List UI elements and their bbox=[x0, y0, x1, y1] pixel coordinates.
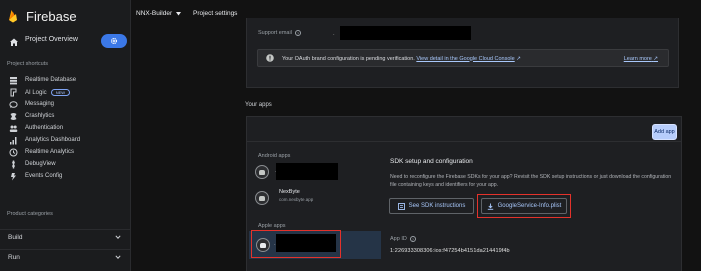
sidebar-item-realtime-analytics[interactable]: Realtime Analytics bbox=[0, 147, 131, 158]
add-app-button[interactable]: Add app bbox=[652, 124, 677, 140]
sidebar-item-debugview[interactable]: DebugView bbox=[0, 159, 131, 170]
main-content: Support email ? · Your OAuth brand confi… bbox=[131, 18, 701, 271]
your-apps-heading: Your apps bbox=[245, 102, 272, 108]
group-label: Run bbox=[8, 254, 20, 261]
external-link-icon: ↗ bbox=[516, 55, 521, 62]
support-email-redacted[interactable] bbox=[340, 26, 471, 40]
firebase-logo-icon bbox=[8, 9, 18, 23]
sidebar-item-label: Realtime Database bbox=[25, 76, 77, 83]
sidebar-item-label: Realtime Analytics bbox=[25, 148, 75, 155]
new-badge: NEW bbox=[50, 88, 71, 96]
sidebar-item-label: Analytics Dashboard bbox=[25, 136, 81, 143]
apple-apps-label: Apple apps bbox=[258, 223, 286, 229]
sidebar-item-label: Messaging bbox=[25, 100, 55, 107]
messaging-icon bbox=[9, 101, 18, 108]
sdk-description: Need to reconfigure the Firebase SDKs fo… bbox=[390, 174, 672, 188]
analytics-icon bbox=[10, 137, 17, 145]
debugview-icon bbox=[12, 160, 15, 169]
project-settings-button[interactable] bbox=[101, 34, 127, 48]
android-icon bbox=[255, 191, 269, 205]
shortcuts-label: Project shortcuts bbox=[7, 61, 48, 67]
app-id-label: App ID ? bbox=[390, 236, 416, 242]
dropdown-arrow-icon bbox=[176, 11, 182, 15]
authentication-icon bbox=[9, 125, 18, 132]
gear-icon bbox=[110, 37, 118, 45]
sdk-setup-title: SDK setup and configuration bbox=[390, 158, 473, 165]
sidebar-item-crashlytics[interactable]: Crashlytics bbox=[0, 111, 131, 122]
sidebar-item-label: AI Logic NEW bbox=[25, 88, 71, 96]
ai-logic-icon bbox=[10, 88, 17, 97]
home-icon bbox=[10, 38, 18, 46]
app-id-value: 1:226933308306:ios:f47254b4151da214419f4… bbox=[390, 248, 510, 254]
highlight-box-plist bbox=[477, 194, 571, 218]
project-name: NNX-Builder bbox=[136, 10, 173, 17]
sidebar-item-realtime-database[interactable]: Realtime Database bbox=[0, 75, 131, 86]
sidebar-item-label: Events Config bbox=[25, 172, 63, 179]
help-icon[interactable]: ? bbox=[409, 236, 416, 242]
app-package-id: com.nexbyte.app bbox=[279, 197, 314, 202]
android-app-row[interactable]: NexByte com.nexbyte.app bbox=[253, 187, 379, 209]
project-settings-title: Project settings bbox=[193, 10, 238, 17]
project-selector[interactable]: NNX-Builder bbox=[136, 10, 182, 17]
apps-card: Add app Android apps · NexByte com.nexby… bbox=[246, 116, 682, 271]
sidebar-group-build[interactable]: Build bbox=[0, 229, 131, 243]
group-label: Build bbox=[8, 234, 23, 241]
sidebar-group-run[interactable]: Run bbox=[0, 249, 131, 263]
warning-icon bbox=[266, 54, 274, 62]
chevron-down-icon bbox=[115, 235, 121, 239]
support-card: Support email ? · Your OAuth brand confi… bbox=[246, 18, 679, 88]
sidebar-item-authentication[interactable]: Authentication bbox=[0, 123, 131, 134]
support-email-label: Support email ? bbox=[258, 30, 301, 36]
help-icon[interactable]: ? bbox=[294, 30, 301, 36]
sidebar-item-messaging[interactable]: Messaging bbox=[0, 99, 131, 110]
email-dot: · bbox=[333, 32, 335, 38]
brand[interactable]: Firebase bbox=[8, 7, 77, 25]
sidebar: Firebase Project Overview Project shortc… bbox=[0, 0, 131, 271]
realtime-analytics-icon bbox=[9, 148, 18, 157]
android-app-row[interactable]: · bbox=[253, 161, 379, 183]
chevron-down-icon bbox=[115, 255, 121, 259]
oauth-banner: Your OAuth brand configuration is pendin… bbox=[257, 49, 669, 67]
learn-more-link[interactable]: Learn more ↗ bbox=[624, 56, 658, 62]
project-overview-row[interactable]: Project Overview bbox=[0, 34, 131, 50]
oauth-message: Your OAuth brand configuration is pendin… bbox=[282, 55, 521, 62]
database-icon bbox=[10, 77, 17, 85]
external-link-icon: ↗ bbox=[653, 55, 658, 62]
android-apps-label: Android apps bbox=[258, 153, 291, 159]
highlight-box-ios-app bbox=[251, 230, 341, 258]
crashlytics-icon bbox=[10, 113, 17, 120]
sidebar-item-ai-logic[interactable]: AI Logic NEW bbox=[0, 87, 131, 98]
sidebar-item-events-config[interactable]: Events Config bbox=[0, 171, 131, 182]
app-name: NexByte bbox=[279, 189, 300, 195]
project-overview-label: Project Overview bbox=[25, 36, 78, 43]
sidebar-item-label: DebugView bbox=[25, 160, 56, 167]
android-icon bbox=[255, 165, 269, 179]
product-categories-label: Product categories bbox=[7, 211, 53, 217]
sidebar-item-analytics-dashboard[interactable]: Analytics Dashboard bbox=[0, 135, 131, 146]
cloud-console-link[interactable]: View detail in the Google Cloud Console bbox=[416, 56, 514, 62]
app-name-redacted bbox=[276, 163, 338, 180]
instructions-icon bbox=[397, 202, 405, 210]
events-icon bbox=[11, 173, 16, 181]
apps-card-header: Add app bbox=[247, 117, 681, 142]
sidebar-item-label: Crashlytics bbox=[25, 112, 55, 119]
sidebar-item-label: Authentication bbox=[25, 124, 64, 131]
see-sdk-instructions-button[interactable]: See SDK instructions bbox=[389, 198, 474, 214]
brand-name: Firebase bbox=[26, 8, 77, 24]
